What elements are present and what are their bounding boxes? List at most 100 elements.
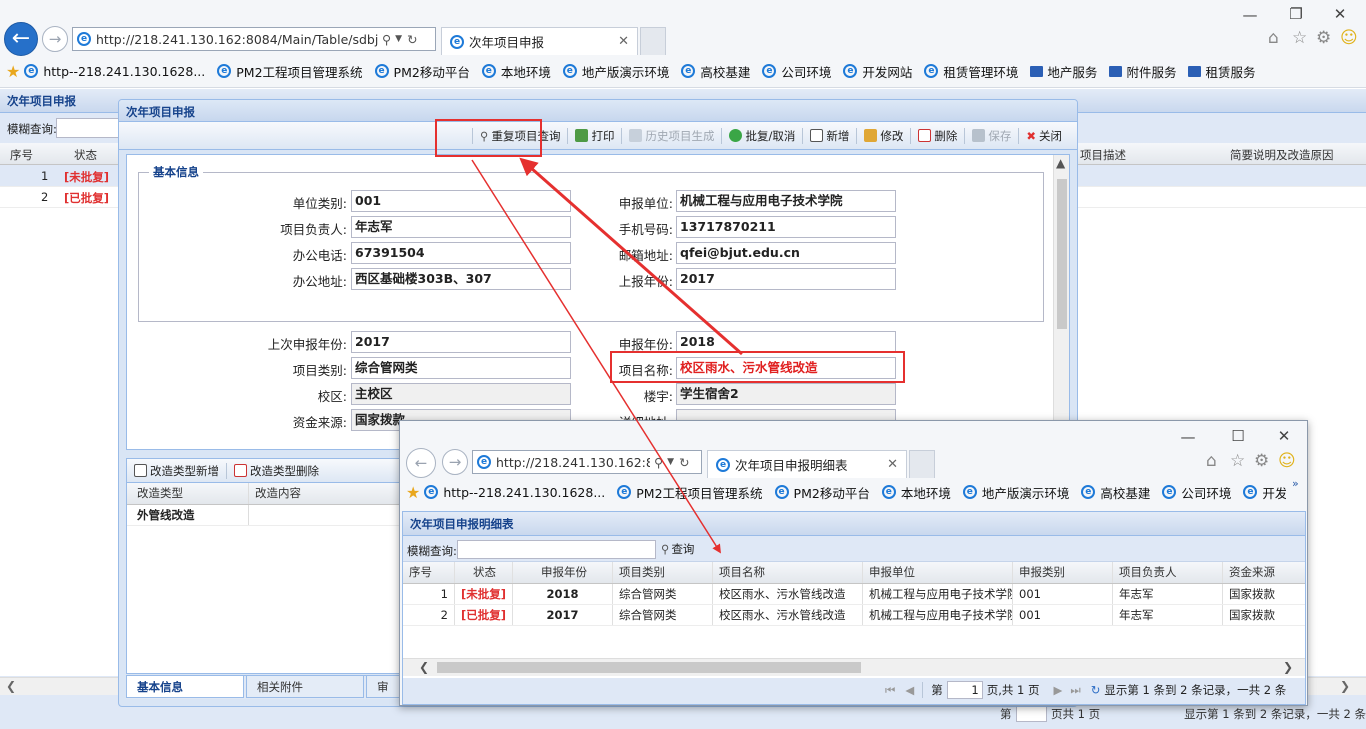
building-field[interactable]: 学生宿舍2	[676, 383, 896, 405]
minimize-icon[interactable]: —	[1230, 6, 1270, 24]
home-icon[interactable]: ⌂	[1206, 451, 1217, 471]
fav-link[interactable]: e 高校基建	[681, 62, 750, 80]
table-row[interactable]: 外管线改造	[127, 505, 415, 526]
favorites-add-icon[interactable]: ★	[6, 62, 20, 80]
fav-link[interactable]: e PM2移动平台	[374, 62, 470, 80]
fav-link[interactable]: 附件服务	[1109, 62, 1176, 80]
print-button[interactable]: 打印	[568, 128, 621, 144]
popup-forward-arrow-icon[interactable]: →	[442, 449, 468, 475]
refresh-icon[interactable]: ↻	[407, 32, 417, 47]
next-page-icon[interactable]: ▶	[1054, 683, 1063, 697]
popup-back-arrow-icon[interactable]: ←	[406, 448, 436, 478]
fav-link[interactable]: e http--218.241.130.1628...	[24, 64, 205, 79]
smiley-icon[interactable]: ☺	[1340, 28, 1358, 48]
tab-basic-info[interactable]: 基本信息	[126, 676, 244, 698]
chevron-right-icon[interactable]: ❯	[1340, 679, 1350, 693]
fav-link[interactable]: e 公司环境	[1162, 483, 1231, 501]
add-reform-type-button[interactable]: 改造类型新增	[127, 463, 226, 479]
fav-link[interactable]: e PM2移动平台	[774, 483, 870, 501]
phone-field[interactable]: 13717870211	[676, 216, 896, 238]
more-chevron-icon[interactable]: »	[1292, 477, 1299, 490]
report-year-top-field[interactable]: 2017	[676, 268, 896, 290]
approve-button[interactable]: 批复/取消	[722, 128, 802, 144]
fav-link[interactable]: 租赁服务	[1188, 62, 1255, 80]
popup-maximize-icon[interactable]: ☐	[1218, 427, 1258, 445]
address-bar[interactable]: e http://218.241.130.162:8084/Main/Table…	[72, 27, 436, 51]
fav-link[interactable]: e 地产版演示环境	[562, 62, 669, 80]
fav-link[interactable]: e PM2工程项目管理系统	[217, 62, 363, 80]
favorites-add-icon[interactable]: ★	[406, 483, 420, 501]
close-window-icon[interactable]: ✕	[1320, 5, 1360, 23]
refresh-icon[interactable]: ↻	[679, 455, 689, 470]
dropdown-icon[interactable]: ▼	[395, 34, 402, 44]
scroll-thumb[interactable]	[437, 662, 861, 673]
close-button[interactable]: ✖ 关闭	[1019, 128, 1069, 144]
fav-link[interactable]: e 地产版演示环境	[962, 483, 1069, 501]
fav-link[interactable]: 地产服务	[1030, 62, 1097, 80]
add-button[interactable]: 新增	[803, 128, 856, 144]
fav-link[interactable]: e 高校基建	[1081, 483, 1150, 501]
gear-icon[interactable]: ⚙	[1316, 28, 1331, 48]
popup-close-icon[interactable]: ✕	[1264, 427, 1304, 445]
dropdown-icon[interactable]: ▼	[667, 457, 674, 467]
favorites-star-icon[interactable]: ☆	[1230, 451, 1245, 471]
apply-year-field[interactable]: 2018	[676, 331, 896, 353]
report-unit-field[interactable]: 机械工程与应用电子技术学院	[676, 190, 896, 212]
chevron-left-icon[interactable]: ❮	[6, 679, 16, 693]
popup-search-button[interactable]: ⚲ 查询	[657, 541, 698, 557]
chevron-up-icon[interactable]: ▲	[1056, 156, 1065, 170]
back-arrow-icon[interactable]: ←	[4, 22, 38, 56]
delete-button[interactable]: 删除	[911, 128, 964, 144]
tab-attachments[interactable]: 相关附件	[246, 676, 364, 698]
proj-type-field[interactable]: 综合管网类	[351, 357, 571, 379]
table-row[interactable]: 1 [未批复] 2018 综合管网类 校区雨水、污水管线改造 机械工程与应用电子…	[403, 584, 1305, 605]
popup-hscroll[interactable]: ❮ ❯	[403, 658, 1305, 676]
new-tab-button[interactable]	[640, 27, 666, 55]
email-field[interactable]: qfei@bjut.edu.cn	[676, 242, 896, 264]
popup-browser-tab[interactable]: e 次年项目申报明细表 ✕	[707, 450, 907, 478]
last-year-field[interactable]: 2017	[351, 331, 571, 353]
forward-arrow-icon[interactable]: →	[42, 26, 68, 52]
popup-new-tab-button[interactable]	[909, 450, 935, 478]
bg-pager-input[interactable]	[1015, 706, 1047, 722]
tab-close-icon[interactable]: ✕	[887, 457, 898, 472]
edit-button[interactable]: 修改	[857, 128, 910, 144]
browser-tab[interactable]: e 次年项目申报 ✕	[441, 27, 638, 55]
bg-search-input[interactable]	[56, 118, 120, 138]
restore-icon[interactable]: ❐	[1276, 5, 1316, 23]
prev-page-icon[interactable]: ◀	[905, 683, 914, 697]
fav-link[interactable]: e http--218.241.130.1628...	[424, 485, 605, 500]
chevron-right-icon[interactable]: ❯	[1283, 660, 1293, 674]
table-row[interactable]: 2 [已批复] 2017 综合管网类 校区雨水、污水管线改造 机械工程与应用电子…	[403, 605, 1305, 626]
fav-link[interactable]: e 租赁管理环境	[924, 62, 1018, 80]
fav-link[interactable]: e 本地环境	[881, 483, 951, 501]
scroll-thumb[interactable]	[1057, 179, 1067, 329]
popup-address-bar[interactable]: e http://218.241.130.162:808 ⚲ ▼ ↻	[472, 450, 702, 474]
favorites-star-icon[interactable]: ☆	[1292, 28, 1307, 48]
fav-link[interactable]: e开发网站	[843, 62, 912, 80]
search-icon[interactable]: ⚲	[654, 455, 663, 470]
pager-page-input[interactable]: 1	[946, 681, 983, 699]
fav-link[interactable]: e开发网站	[1243, 483, 1286, 501]
office-addr-field[interactable]: 西区基础楼303B、307	[351, 268, 571, 290]
popup-search-input[interactable]	[457, 540, 656, 559]
save-button[interactable]: 保存	[965, 128, 1018, 144]
popup-minimize-icon[interactable]: —	[1168, 428, 1208, 446]
unit-type-field[interactable]: 001	[351, 190, 571, 212]
chevron-left-icon[interactable]: ❮	[419, 660, 429, 674]
delete-reform-type-button[interactable]: 改造类型删除	[227, 463, 326, 479]
campus-field[interactable]: 主校区	[351, 383, 571, 405]
office-phone-field[interactable]: 67391504	[351, 242, 571, 264]
home-icon[interactable]: ⌂	[1268, 28, 1279, 48]
fav-link[interactable]: e 公司环境	[762, 62, 831, 80]
fav-link[interactable]: e 本地环境	[481, 62, 551, 80]
gear-icon[interactable]: ⚙	[1254, 451, 1269, 471]
refresh-icon[interactable]: ↻	[1091, 683, 1101, 697]
tab-close-icon[interactable]: ✕	[618, 34, 629, 49]
leader-field[interactable]: 年志军	[351, 216, 571, 238]
fav-link[interactable]: e PM2工程项目管理系统	[617, 483, 763, 501]
first-page-icon[interactable]: ⏮	[885, 683, 895, 698]
smiley-icon[interactable]: ☺	[1278, 451, 1296, 471]
last-page-icon[interactable]: ⏭	[1070, 683, 1080, 698]
search-icon[interactable]: ⚲	[382, 32, 391, 47]
